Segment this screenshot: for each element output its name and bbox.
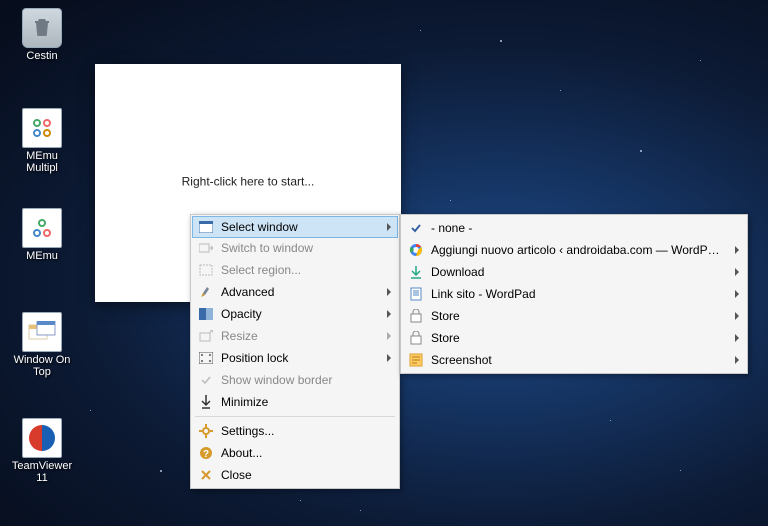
menu-item-label: Opacity — [221, 307, 262, 321]
submenu-item-store-1[interactable]: Store — [403, 305, 745, 327]
menu-item-label: Show window border — [221, 373, 332, 387]
submenu-arrow-icon — [735, 312, 739, 320]
menu-item-label: - none - — [431, 221, 472, 235]
menu-item-settings[interactable]: Settings... — [193, 420, 397, 442]
submenu-item-download[interactable]: Download — [403, 261, 745, 283]
check-icon — [197, 371, 215, 389]
submenu-arrow-icon — [735, 334, 739, 342]
teamviewer-icon — [22, 418, 62, 458]
menu-item-label: Download — [431, 265, 484, 279]
menu-item-label: Minimize — [221, 395, 268, 409]
select-region-icon — [197, 261, 215, 279]
menu-item-label: Link sito - WordPad — [431, 287, 536, 301]
menu-item-select-window[interactable]: Select window — [192, 216, 398, 238]
menu-item-opacity[interactable]: Opacity — [193, 303, 397, 325]
menu-item-label: Store — [431, 331, 460, 345]
opacity-icon — [197, 305, 215, 323]
desktop-icon-recycle-bin[interactable]: Cestin — [10, 8, 74, 62]
desktop-icon-label: MEmu — [10, 250, 74, 262]
app-icon — [22, 108, 62, 148]
submenu-arrow-icon — [735, 290, 739, 298]
menu-item-label: Close — [221, 468, 252, 482]
menu-item-label: Select region... — [221, 263, 301, 277]
submenu-arrow-icon — [387, 288, 391, 296]
desktop-icon-teamviewer[interactable]: TeamViewer 11 — [10, 418, 74, 484]
desktop-icon-window-on-top[interactable]: Window On Top — [10, 312, 74, 378]
menu-item-select-region[interactable]: Select region... — [193, 259, 397, 281]
recycle-bin-icon — [22, 8, 62, 48]
submenu-item-none[interactable]: - none - — [403, 217, 745, 239]
menu-item-about[interactable]: ? About... — [193, 442, 397, 464]
menu-item-close[interactable]: Close — [193, 464, 397, 486]
check-icon — [407, 219, 425, 237]
submenu-arrow-icon — [735, 268, 739, 276]
submenu-arrow-icon — [735, 246, 739, 254]
desktop-icon-label: MEmu Multipl — [10, 150, 74, 174]
desktop-icon-label: Cestin — [10, 50, 74, 62]
menu-item-label: Select window — [221, 220, 298, 234]
screenshot-icon — [407, 351, 425, 369]
app-icon — [22, 208, 62, 248]
store-icon — [407, 329, 425, 347]
window-message: Right-click here to start... — [182, 175, 315, 189]
desktop-icon-label: TeamViewer 11 — [10, 460, 74, 484]
submenu-arrow-icon — [387, 223, 391, 231]
submenu-arrow-icon — [387, 332, 391, 340]
wordpad-icon — [407, 285, 425, 303]
desktop-icon-memu-multi[interactable]: MEmu Multipl — [10, 108, 74, 174]
menu-item-advanced[interactable]: Advanced — [193, 281, 397, 303]
menu-item-resize[interactable]: Resize — [193, 325, 397, 347]
menu-item-label: Store — [431, 309, 460, 323]
menu-item-switch-to-window[interactable]: Switch to window — [193, 237, 397, 259]
submenu-item-wordpress[interactable]: Aggiungi nuovo articolo ‹ androidaba.com… — [403, 239, 745, 261]
menu-item-label: Screenshot — [431, 353, 492, 367]
chrome-icon — [407, 241, 425, 259]
menu-item-label: Position lock — [221, 351, 288, 365]
gear-icon — [197, 422, 215, 440]
select-window-submenu: - none - Aggiungi nuovo articolo ‹ andro… — [400, 214, 748, 374]
submenu-arrow-icon — [387, 354, 391, 362]
context-menu: Select window Switch to window Select re… — [190, 214, 400, 489]
submenu-arrow-icon — [735, 356, 739, 364]
menu-item-label: Advanced — [221, 285, 274, 299]
download-icon — [407, 263, 425, 281]
submenu-arrow-icon — [387, 310, 391, 318]
position-lock-icon — [197, 349, 215, 367]
about-icon: ? — [197, 444, 215, 462]
menu-item-label: Settings... — [221, 424, 274, 438]
close-icon — [197, 466, 215, 484]
menu-item-label: Switch to window — [221, 241, 313, 255]
resize-icon — [197, 327, 215, 345]
minimize-icon — [197, 393, 215, 411]
menu-item-position-lock[interactable]: Position lock — [193, 347, 397, 369]
submenu-item-wordpad[interactable]: Link sito - WordPad — [403, 283, 745, 305]
app-icon — [22, 312, 62, 352]
desktop-icon-label: Window On Top — [10, 354, 74, 378]
desktop-icon-memu[interactable]: MEmu — [10, 208, 74, 262]
menu-item-show-border[interactable]: Show window border — [193, 369, 397, 391]
store-icon — [407, 307, 425, 325]
menu-separator — [195, 416, 395, 417]
submenu-item-screenshot[interactable]: Screenshot — [403, 349, 745, 371]
svg-text:?: ? — [203, 449, 209, 460]
submenu-item-store-2[interactable]: Store — [403, 327, 745, 349]
menu-item-label: Resize — [221, 329, 258, 343]
advanced-icon — [197, 283, 215, 301]
menu-item-minimize[interactable]: Minimize — [193, 391, 397, 413]
menu-item-label: Aggiungi nuovo articolo ‹ androidaba.com… — [431, 243, 721, 257]
menu-item-label: About... — [221, 446, 262, 460]
select-window-icon — [197, 218, 215, 236]
switch-window-icon — [197, 239, 215, 257]
